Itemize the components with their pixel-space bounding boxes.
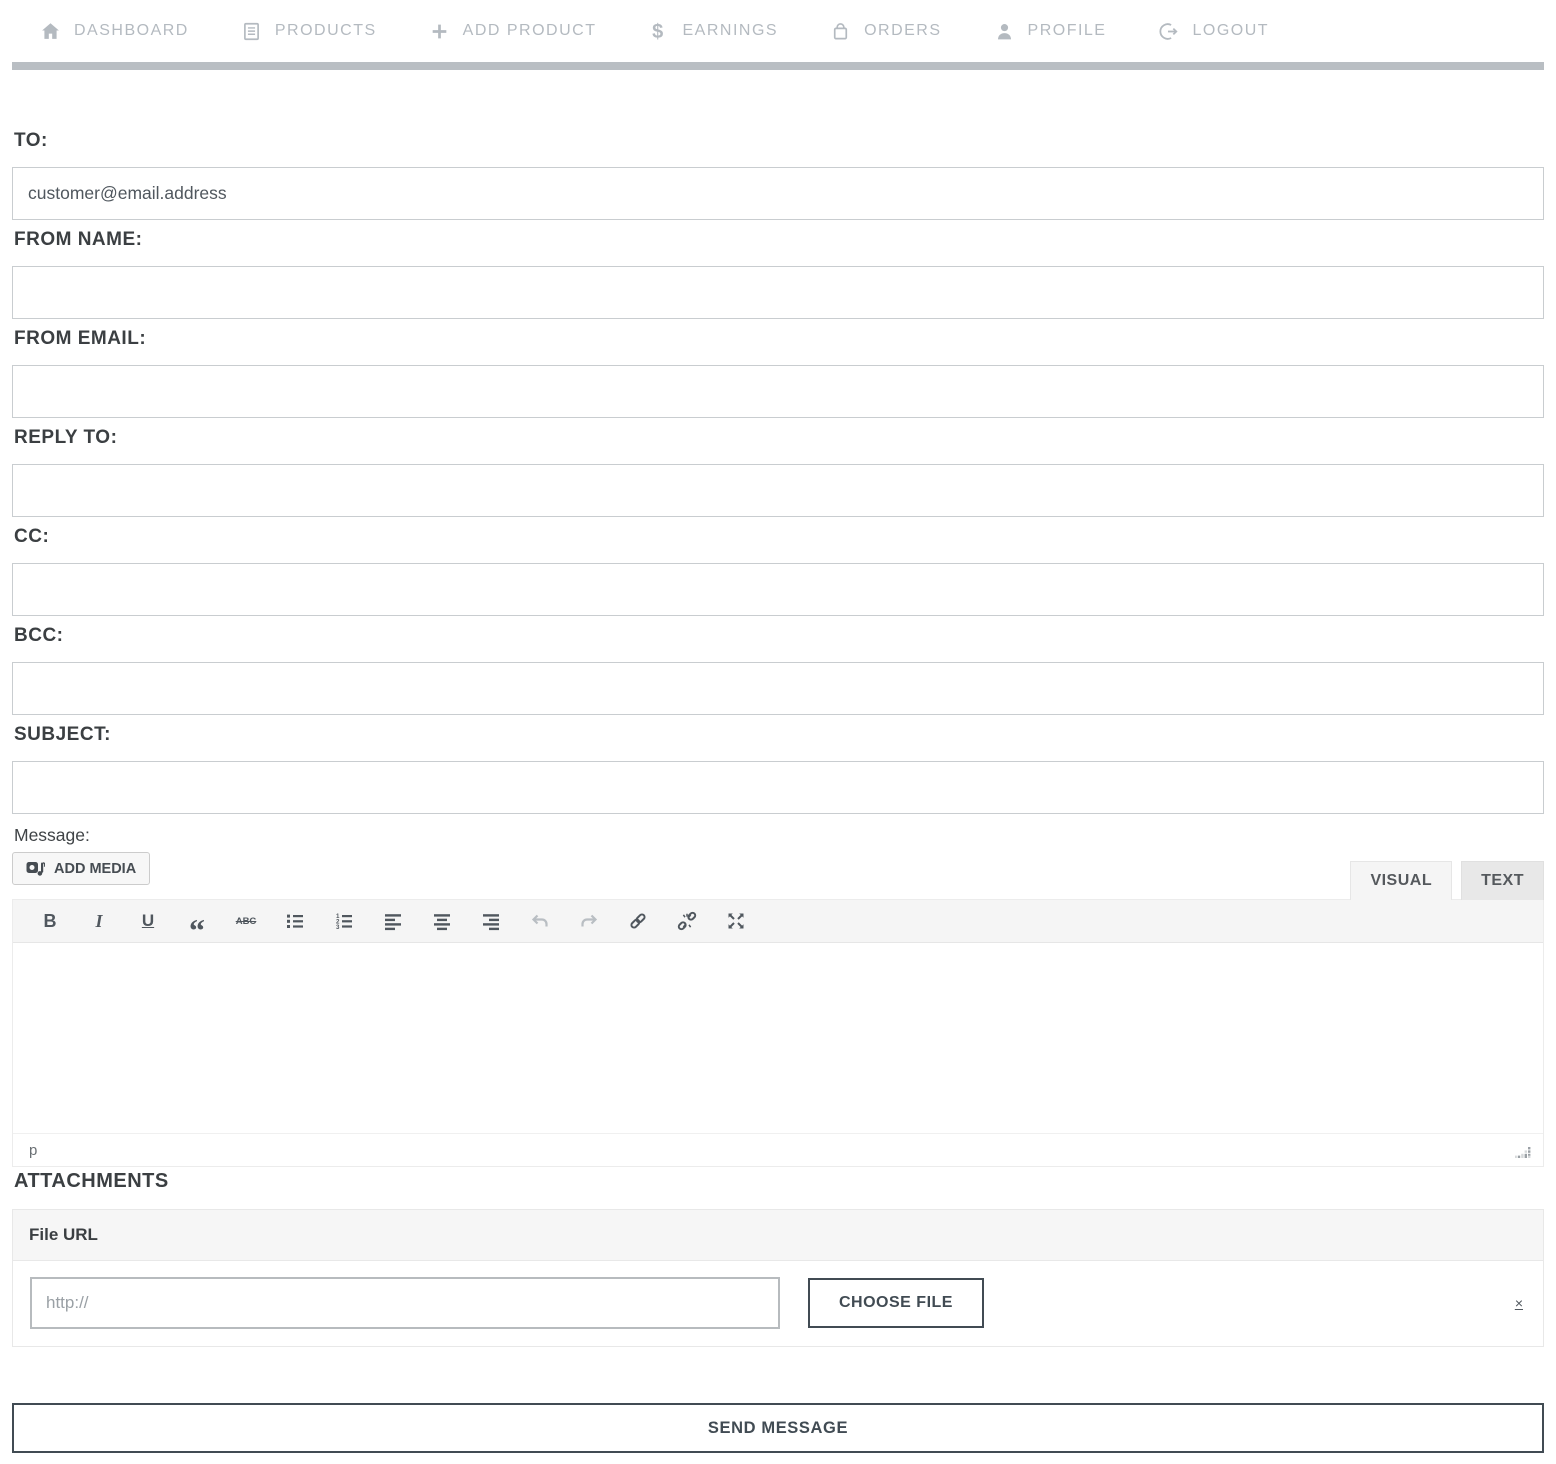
reply-to-label: REPLY TO: <box>14 428 1544 448</box>
align-left-icon <box>383 911 403 931</box>
subject-input[interactable] <box>12 761 1544 814</box>
align-left-button[interactable] <box>382 910 404 932</box>
nav-label: ADD PRODUCT <box>463 22 597 40</box>
remove-link-button[interactable] <box>676 910 698 932</box>
reply-to-input[interactable] <box>12 464 1544 517</box>
nav-label: PROFILE <box>1028 22 1107 40</box>
align-right-icon <box>481 911 501 931</box>
message-editor-body[interactable] <box>13 943 1543 1133</box>
add-media-label: ADD MEDIA <box>54 861 136 877</box>
from-email-input[interactable] <box>12 365 1544 418</box>
undo-icon <box>530 911 550 931</box>
editor-toolbar: B I U “ ABC 123 <box>13 900 1543 943</box>
cc-input[interactable] <box>12 563 1544 616</box>
nav-item-dashboard[interactable]: DASHBOARD <box>40 21 189 42</box>
insert-link-button[interactable] <box>627 910 649 932</box>
page: DASHBOARD PRODUCTS ADD PRODUCT $ EARNING… <box>0 0 1556 1464</box>
bold-button[interactable]: B <box>39 910 61 932</box>
strikethrough-icon: ABC <box>236 916 257 927</box>
align-center-icon <box>432 911 452 931</box>
nav-label: PRODUCTS <box>275 22 377 40</box>
align-center-button[interactable] <box>431 910 453 932</box>
tab-text[interactable]: TEXT <box>1461 861 1544 900</box>
align-right-button[interactable] <box>480 910 502 932</box>
attachment-row: CHOOSE FILE × <box>13 1261 1543 1346</box>
from-name-label: FROM NAME: <box>14 230 1544 250</box>
strikethrough-button[interactable]: ABC <box>235 910 257 932</box>
numbered-list-icon: 123 <box>334 911 354 931</box>
nav-item-logout[interactable]: LOGOUT <box>1158 21 1269 42</box>
choose-file-button[interactable]: CHOOSE FILE <box>808 1278 984 1328</box>
blockquote-button[interactable]: “ <box>186 910 208 932</box>
top-nav: DASHBOARD PRODUCTS ADD PRODUCT $ EARNING… <box>12 0 1544 62</box>
nav-label: EARNINGS <box>682 22 778 40</box>
products-icon <box>241 21 262 42</box>
nav-label: LOGOUT <box>1192 22 1269 40</box>
undo-button[interactable] <box>529 910 551 932</box>
resize-grip-icon <box>1515 1147 1531 1158</box>
contact-customer-form: TO: FROM NAME: FROM EMAIL: REPLY TO: CC:… <box>12 70 1544 1453</box>
orders-bag-icon <box>830 21 851 42</box>
bcc-input[interactable] <box>12 662 1544 715</box>
italic-button[interactable]: I <box>88 910 110 932</box>
redo-icon <box>579 911 599 931</box>
message-label: Message: <box>14 824 1544 846</box>
bulleted-list-button[interactable] <box>284 910 306 932</box>
editor-resize-handle[interactable] <box>1515 1145 1531 1163</box>
nav-label: DASHBOARD <box>74 22 189 40</box>
tab-visual[interactable]: VISUAL <box>1350 861 1452 900</box>
media-icon <box>26 859 45 878</box>
message-editor: B I U “ ABC 123 <box>12 899 1544 1167</box>
nav-item-products[interactable]: PRODUCTS <box>241 21 377 42</box>
fullscreen-button[interactable] <box>725 910 747 932</box>
redo-button[interactable] <box>578 910 600 932</box>
svg-text:$: $ <box>653 21 666 42</box>
bulleted-list-icon <box>285 911 305 931</box>
from-email-label: FROM EMAIL: <box>14 329 1544 349</box>
italic-icon: I <box>95 911 102 932</box>
profile-icon <box>994 21 1015 42</box>
plus-icon <box>429 21 450 42</box>
send-message-button[interactable]: SEND MESSAGE <box>12 1403 1544 1453</box>
file-url-column-header: File URL <box>13 1210 1543 1261</box>
nav-item-profile[interactable]: PROFILE <box>994 21 1107 42</box>
nav-item-orders[interactable]: ORDERS <box>830 21 941 42</box>
remove-attachment-link[interactable]: × <box>1515 1295 1523 1311</box>
unlink-icon <box>677 911 697 931</box>
underline-button[interactable]: U <box>137 910 159 932</box>
numbered-list-button[interactable]: 123 <box>333 910 355 932</box>
cc-label: CC: <box>14 527 1544 547</box>
bold-icon: B <box>44 911 57 932</box>
attachments-table: File URL CHOOSE FILE × <box>12 1209 1544 1347</box>
dollar-icon: $ <box>648 21 669 42</box>
attachments-title: ATTACHMENTS <box>14 1169 1544 1193</box>
nav-item-earnings[interactable]: $ EARNINGS <box>648 21 778 42</box>
link-icon <box>628 911 648 931</box>
subject-label: SUBJECT: <box>14 725 1544 745</box>
nav-label: ORDERS <box>864 22 941 40</box>
blockquote-icon: “ <box>189 911 205 931</box>
from-name-input[interactable] <box>12 266 1544 319</box>
logout-icon <box>1158 21 1179 42</box>
nav-divider <box>12 62 1544 70</box>
editor-element-path: p <box>29 1142 37 1159</box>
add-media-button[interactable]: ADD MEDIA <box>12 852 150 885</box>
to-input[interactable] <box>12 167 1544 220</box>
fullscreen-icon <box>726 911 746 931</box>
editor-media-bar: ADD MEDIA VISUAL TEXT <box>12 852 1544 899</box>
file-url-input[interactable] <box>30 1277 780 1329</box>
nav-item-add-product[interactable]: ADD PRODUCT <box>429 21 597 42</box>
to-label: TO: <box>14 131 1544 151</box>
editor-mode-tabs: VISUAL TEXT <box>1350 861 1544 900</box>
home-icon <box>40 21 61 42</box>
underline-icon: U <box>142 911 154 931</box>
svg-text:3: 3 <box>336 924 340 931</box>
editor-statusbar: p <box>13 1133 1543 1166</box>
bcc-label: BCC: <box>14 626 1544 646</box>
